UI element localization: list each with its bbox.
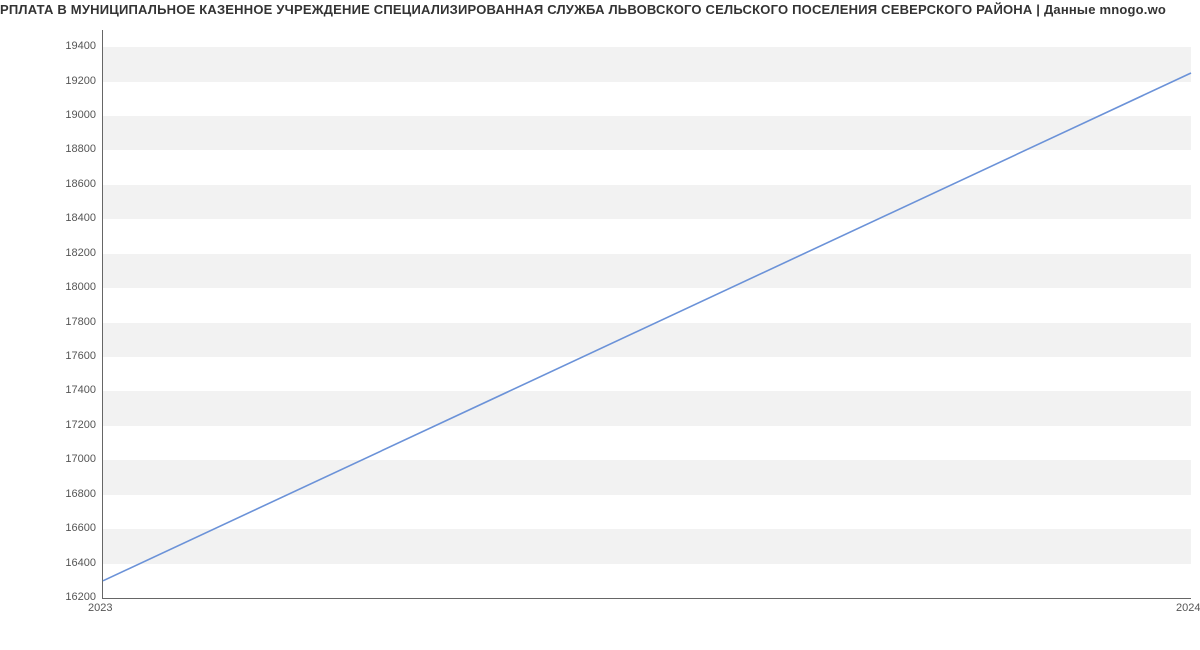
y-tick-label: 18600	[6, 178, 96, 190]
y-tick-label: 18800	[6, 143, 96, 155]
line-series	[103, 30, 1191, 598]
y-tick-label: 17000	[6, 453, 96, 465]
y-tick-label: 16800	[6, 488, 96, 500]
y-tick-label: 17400	[6, 384, 96, 396]
x-tick-label: 2023	[88, 602, 112, 614]
y-tick-label: 16600	[6, 522, 96, 534]
y-tick-label: 18200	[6, 247, 96, 259]
y-tick-label: 16400	[6, 557, 96, 569]
y-tick-label: 17200	[6, 419, 96, 431]
y-tick-label: 17600	[6, 350, 96, 362]
y-tick-label: 19200	[6, 75, 96, 87]
y-tick-label: 19400	[6, 40, 96, 52]
x-tick-label: 2024	[1176, 602, 1200, 614]
y-tick-label: 17800	[6, 316, 96, 328]
y-tick-label: 16200	[6, 591, 96, 603]
y-tick-label: 19000	[6, 109, 96, 121]
y-tick-label: 18000	[6, 281, 96, 293]
y-tick-label: 18400	[6, 212, 96, 224]
plot-area	[102, 30, 1191, 599]
chart-title: РПЛАТА В МУНИЦИПАЛЬНОЕ КАЗЕННОЕ УЧРЕЖДЕН…	[0, 2, 1200, 17]
